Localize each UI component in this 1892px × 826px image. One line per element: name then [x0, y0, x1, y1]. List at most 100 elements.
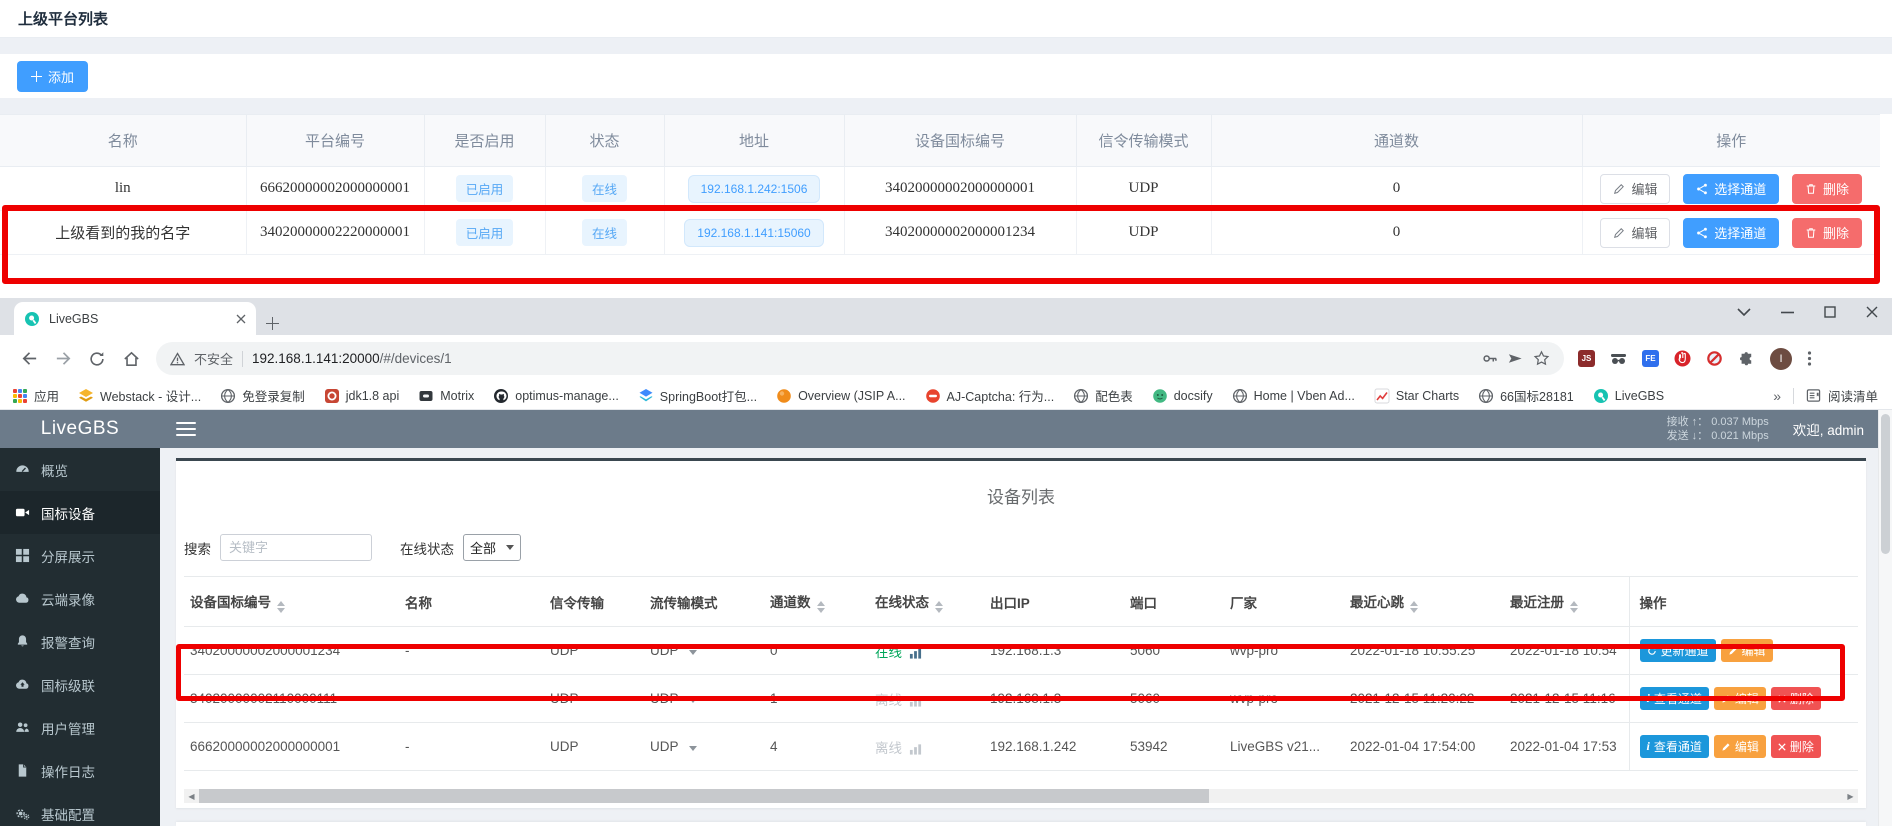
sidebar-item-user-management[interactable]: 用户管理 [0, 706, 160, 749]
scroll-right-arrow-icon[interactable]: ▶ [1843, 789, 1858, 803]
sort-icon[interactable] [935, 601, 943, 613]
sidebar-item-split-screen[interactable]: 分屏展示 [0, 534, 160, 577]
chevron-down-icon[interactable] [689, 746, 697, 751]
sidebar-item-cloud-record[interactable]: 云端录像 [0, 577, 160, 620]
sidebar-toggle-icon[interactable] [176, 422, 196, 436]
home-icon[interactable] [114, 342, 148, 376]
bookmark-vben-home[interactable]: Home | Vben Ad... [1232, 388, 1355, 404]
edit-button[interactable]: 编辑 [1721, 639, 1773, 662]
bookmark-livegbs[interactable]: LiveGBS [1593, 388, 1664, 404]
view-channel-button[interactable]: i 查看通道 [1640, 687, 1709, 710]
bookmark-aj-captcha[interactable]: AJ-Captcha: 行为... [925, 386, 1055, 405]
bookmarks-overflow-chevron[interactable]: » [1773, 388, 1781, 404]
extension-blocker-hand-icon[interactable] [1674, 350, 1691, 367]
col-name: 名称 [399, 577, 544, 627]
stream-mode-select[interactable]: UDP [644, 627, 764, 675]
search-input[interactable] [220, 534, 372, 561]
extension-incognito-icon[interactable] [1610, 350, 1627, 367]
extension-no-sign-icon[interactable] [1706, 350, 1723, 367]
scrollbar-thumb[interactable] [1881, 414, 1890, 554]
delete-button[interactable]: 删除 [1792, 218, 1862, 248]
browser-menu-kebab-icon[interactable] [1807, 350, 1824, 367]
stream-mode-select[interactable]: UDP [644, 675, 764, 723]
bandwidth-chart-icon [909, 695, 922, 707]
scroll-left-arrow-icon[interactable]: ◀ [184, 789, 199, 803]
update-channel-button[interactable]: 更新通道 [1640, 639, 1716, 662]
welcome-user[interactable]: 欢迎, admin [1793, 419, 1864, 439]
chevron-down-icon[interactable] [689, 650, 697, 655]
status-badge: 在线 [582, 219, 627, 246]
bookmark-color-table[interactable]: 配色表 [1073, 386, 1133, 405]
profile-avatar[interactable]: I [1770, 348, 1792, 370]
sidebar-item-gb-devices[interactable]: 国标设备 [0, 491, 160, 534]
view-channel-button[interactable]: i 查看通道 [1640, 735, 1709, 758]
not-secure-warning-icon[interactable] [170, 352, 185, 366]
extension-js-icon[interactable]: JS [1578, 350, 1595, 367]
bookmark-optimus[interactable]: optimus-manage... [493, 388, 619, 404]
extensions-puzzle-icon[interactable] [1738, 350, 1755, 367]
add-platform-button[interactable]: 添加 [17, 61, 88, 92]
select-channel-button[interactable]: 选择通道 [1683, 218, 1779, 248]
bookmark-jdk-api[interactable]: jdk1.8 api [324, 388, 400, 404]
scrollbar-thumb[interactable] [199, 789, 1209, 803]
edit-button[interactable]: 编辑 [1714, 735, 1766, 758]
window-minimize-icon[interactable] [1781, 311, 1794, 314]
password-key-icon[interactable] [1481, 350, 1498, 367]
col-device-id[interactable]: 设备国标编号 [184, 577, 399, 627]
sidebar-item-gb-cascade[interactable]: 国标级联 [0, 663, 160, 706]
col-registered[interactable]: 最近注册 [1504, 577, 1629, 627]
url-text[interactable]: 192.168.1.141:20000/#/devices/1 [252, 351, 452, 366]
browser-vertical-scrollbar[interactable] [1878, 410, 1892, 826]
online-status-select[interactable]: 全部 [463, 534, 521, 561]
bookmark-springboot[interactable]: SpringBoot打包... [638, 386, 757, 405]
col-heartbeat[interactable]: 最近心跳 [1344, 577, 1504, 627]
sidebar-item-alarm-query[interactable]: 报警查询 [0, 620, 160, 663]
col-channels[interactable]: 通道数 [764, 577, 869, 627]
security-label[interactable]: 不安全 [194, 349, 233, 368]
new-tab-button[interactable] [266, 317, 279, 330]
back-icon[interactable] [12, 342, 46, 376]
bookmark-webstack[interactable]: Webstack - 设计... [78, 386, 201, 405]
window-chevron-icon[interactable] [1737, 308, 1751, 317]
tab-close-icon[interactable] [236, 314, 246, 324]
sidebar-item-overview[interactable]: 概览 [0, 448, 160, 491]
docsify-icon [1152, 388, 1168, 404]
bookmark-apps[interactable]: 应用 [12, 386, 59, 405]
omnibox[interactable]: 不安全 192.168.1.141:20000/#/devices/1 [156, 342, 1564, 375]
channel-count: 0 [1211, 211, 1582, 255]
browser-tab-livegbs[interactable]: LiveGBS [14, 302, 256, 335]
chevron-down-icon[interactable] [689, 698, 697, 703]
horizontal-scrollbar[interactable]: ◀ ▶ [184, 789, 1858, 803]
sort-icon[interactable] [817, 601, 825, 613]
reading-list-button[interactable]: 阅读清单 [1806, 386, 1878, 405]
edit-button[interactable]: 编辑 [1714, 687, 1766, 710]
bookmark-gb28181[interactable]: 66国标28181 [1478, 386, 1574, 405]
window-maximize-icon[interactable] [1824, 306, 1836, 318]
extension-fe-icon[interactable]: FE [1642, 350, 1659, 367]
delete-button[interactable]: 删除 [1771, 687, 1821, 710]
edit-button[interactable]: 编辑 [1600, 218, 1670, 248]
edit-button[interactable]: 编辑 [1600, 174, 1670, 204]
forward-icon[interactable] [46, 342, 80, 376]
reload-icon[interactable] [80, 342, 114, 376]
sidebar-item-operation-log[interactable]: 操作日志 [0, 749, 160, 792]
bandwidth-chart-icon[interactable] [909, 647, 922, 659]
sort-icon[interactable] [1410, 601, 1418, 613]
send-to-device-icon[interactable] [1507, 350, 1524, 367]
select-channel-button[interactable]: 选择通道 [1683, 174, 1779, 204]
col-online-status[interactable]: 在线状态 [869, 577, 984, 627]
delete-button[interactable]: 删除 [1792, 174, 1862, 204]
bookmark-star-icon[interactable] [1533, 350, 1550, 367]
bookmark-motrix[interactable]: Motrix [418, 388, 474, 404]
window-close-icon[interactable] [1866, 306, 1878, 318]
bookmark-docsify[interactable]: docsify [1152, 388, 1213, 404]
sort-icon[interactable] [1570, 601, 1578, 613]
stream-mode-select[interactable]: UDP [644, 723, 764, 771]
bookmark-copy-free[interactable]: 免登录复制 [220, 386, 305, 405]
sort-icon[interactable] [277, 601, 285, 613]
sidebar-item-basic-config[interactable]: 基础配置 [0, 792, 160, 826]
bookmark-star-charts[interactable]: Star Charts [1374, 388, 1459, 404]
bookmark-overview-jsip[interactable]: Overview (JSIP A... [776, 388, 905, 404]
delete-button[interactable]: 删除 [1771, 735, 1821, 758]
scrollbar-track[interactable] [199, 789, 1843, 803]
